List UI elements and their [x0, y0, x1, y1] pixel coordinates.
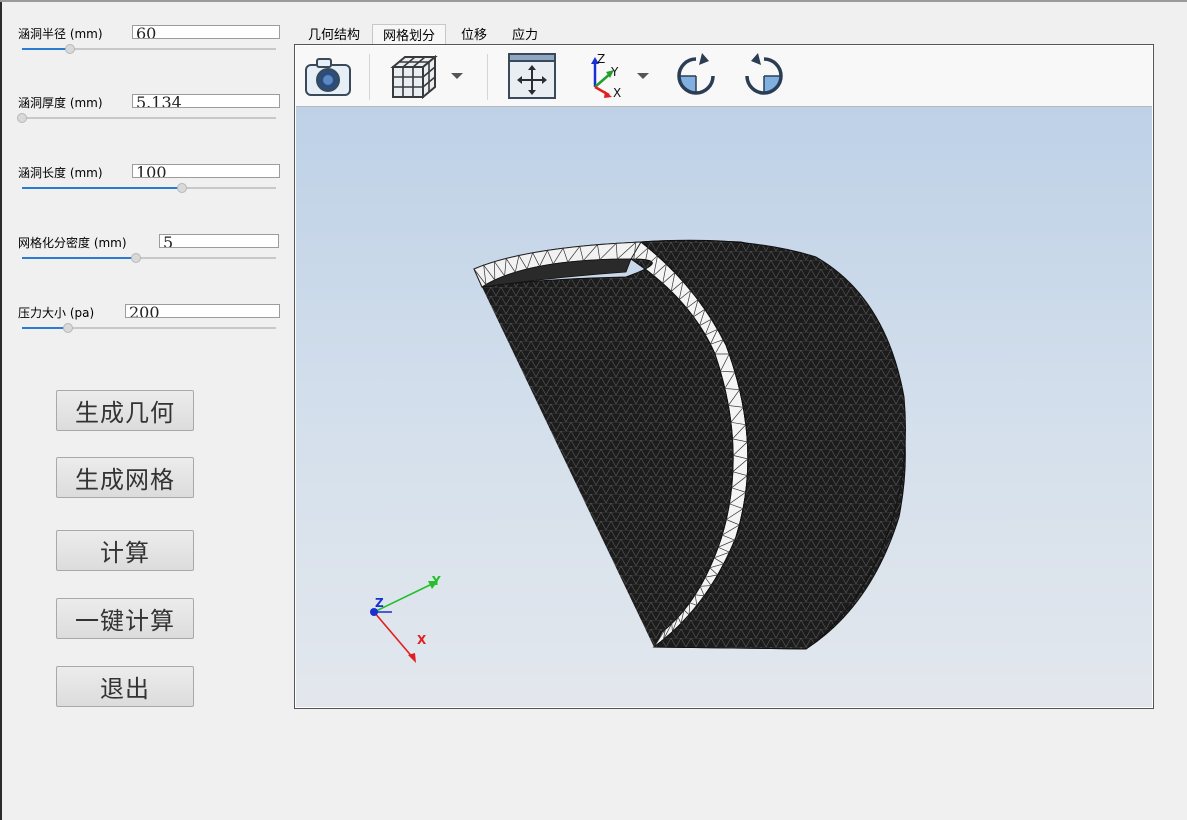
dropdown-arrow-icon [451, 73, 463, 79]
mesh-display-button[interactable] [384, 51, 442, 101]
screenshot-button[interactable] [302, 51, 354, 101]
triad-label-x: X [417, 633, 427, 647]
slider-thumb[interactable] [65, 44, 76, 54]
tab-stress[interactable]: 应力 [502, 24, 548, 46]
param-mesh-density-slider[interactable] [22, 253, 276, 263]
fit-view-button[interactable] [504, 51, 560, 101]
param-radius: 涵洞半径 (mm) 60 [18, 25, 280, 67]
mesh-display-dropdown[interactable] [448, 51, 466, 101]
triad-label-z: Z [375, 596, 384, 610]
mesh-cube-icon [390, 54, 438, 100]
param-mesh-density-input[interactable]: 5 [159, 234, 279, 248]
viewer-toolbar: Z Y X [296, 46, 1152, 107]
render-canvas[interactable]: Y X Z [296, 107, 1152, 707]
param-pressure-label: 压力大小 (pa) [18, 306, 95, 320]
toolbar-separator [369, 54, 370, 100]
slider-thumb[interactable] [62, 323, 73, 333]
tab-geometry[interactable]: 几何结构 [298, 24, 370, 46]
camera-icon [305, 58, 351, 96]
triad-label-y: Y [431, 574, 441, 588]
tab-displacement[interactable]: 位移 [451, 24, 497, 46]
param-pressure-input[interactable]: 200 [125, 304, 280, 318]
axes-icon: Z Y X [591, 52, 621, 100]
axes-view-button[interactable]: Z Y X [578, 51, 636, 101]
param-length-input[interactable]: 100 [132, 164, 280, 178]
param-thickness: 涵洞厚度 (mm) 5.134 [17, 94, 280, 136]
rotate-ccw-icon [745, 53, 783, 95]
param-mesh-density-label: 网格化分密度 (mm) [18, 236, 127, 250]
param-radius-input[interactable]: 60 [132, 25, 280, 39]
slider-thumb[interactable] [177, 183, 188, 193]
slider-thumb[interactable] [131, 253, 142, 263]
exit-button[interactable]: 退出 [56, 666, 194, 707]
compute-button[interactable]: 计算 [56, 530, 194, 571]
rotate-counterclockwise-button[interactable] [738, 51, 790, 101]
orientation-triad: Y X Z [370, 574, 441, 663]
param-length-label: 涵洞长度 (mm) [18, 166, 103, 180]
tab-mesh[interactable]: 网格划分 [372, 24, 447, 46]
param-radius-slider[interactable] [22, 44, 276, 54]
param-length-slider[interactable] [22, 183, 276, 193]
axes-label-x: X [613, 86, 621, 100]
generate-geometry-button[interactable]: 生成几何 [56, 390, 194, 431]
param-length: 涵洞长度 (mm) 100 [18, 164, 280, 206]
slider-thumb[interactable] [17, 113, 27, 123]
param-pressure: 压力大小 (pa) 200 [18, 304, 280, 346]
generate-mesh-button[interactable]: 生成网格 [56, 457, 194, 498]
param-pressure-slider[interactable] [22, 323, 276, 333]
axes-label-z: Z [597, 52, 605, 66]
rotate-cw-icon [677, 53, 715, 95]
axes-view-dropdown[interactable] [634, 51, 652, 101]
window-top-edge [0, 0, 1187, 2]
rotate-clockwise-button[interactable] [670, 51, 722, 101]
one-click-compute-button[interactable]: 一键计算 [56, 598, 194, 639]
mesh-model: Y X Z [370, 239, 906, 663]
window-left-edge [0, 0, 2, 820]
param-radius-label: 涵洞半径 (mm) [18, 27, 103, 41]
param-thickness-label: 涵洞厚度 (mm) [18, 96, 103, 110]
param-mesh-density: 网格化分密度 (mm) 5 [18, 234, 280, 276]
dropdown-arrow-icon [637, 73, 649, 79]
fit-view-icon [508, 53, 556, 99]
param-thickness-slider[interactable] [17, 113, 276, 123]
toolbar-separator [487, 54, 488, 100]
param-thickness-input[interactable]: 5.134 [132, 94, 280, 108]
axes-label-y: Y [610, 65, 619, 79]
3d-viewer: Z Y X Y X Z [294, 44, 1154, 709]
